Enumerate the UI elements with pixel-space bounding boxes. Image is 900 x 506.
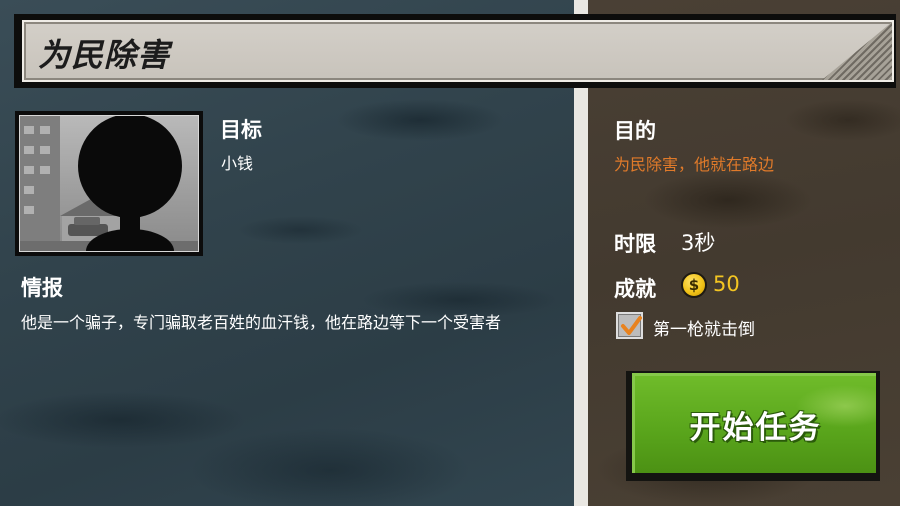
achievement-label: 成就 bbox=[614, 277, 656, 301]
start-mission-button[interactable]: 开始任务 bbox=[632, 373, 876, 473]
time-limit-value: 3秒 bbox=[681, 231, 716, 255]
checkmark-icon bbox=[621, 316, 642, 335]
intel-text: 他是一个骗子，专门骗取老百姓的血汗钱，他在路边等下一个受害者 bbox=[21, 313, 502, 332]
banner-corner-decoration bbox=[822, 22, 892, 80]
objective-label: 目的 bbox=[614, 119, 656, 143]
time-limit-label: 时限 bbox=[614, 232, 656, 256]
achievement-checkbox bbox=[616, 312, 643, 339]
target-silhouette-image bbox=[19, 115, 199, 252]
objective-text: 为民除害，他就在路边 bbox=[614, 155, 775, 174]
coin-symbol: $ bbox=[688, 276, 700, 294]
achievement-task: 第一枪就击倒 bbox=[653, 320, 755, 340]
target-portrait bbox=[15, 111, 203, 256]
intel-label: 情报 bbox=[21, 276, 63, 300]
coin-icon: $ bbox=[681, 272, 707, 298]
achievement-reward: 50 bbox=[713, 272, 740, 296]
target-label: 目标 bbox=[220, 118, 262, 142]
title-banner: 为民除害 bbox=[22, 20, 894, 82]
target-name: 小钱 bbox=[221, 154, 254, 173]
start-mission-label: 开始任务 bbox=[689, 410, 822, 446]
mission-title: 为民除害 bbox=[38, 36, 171, 74]
